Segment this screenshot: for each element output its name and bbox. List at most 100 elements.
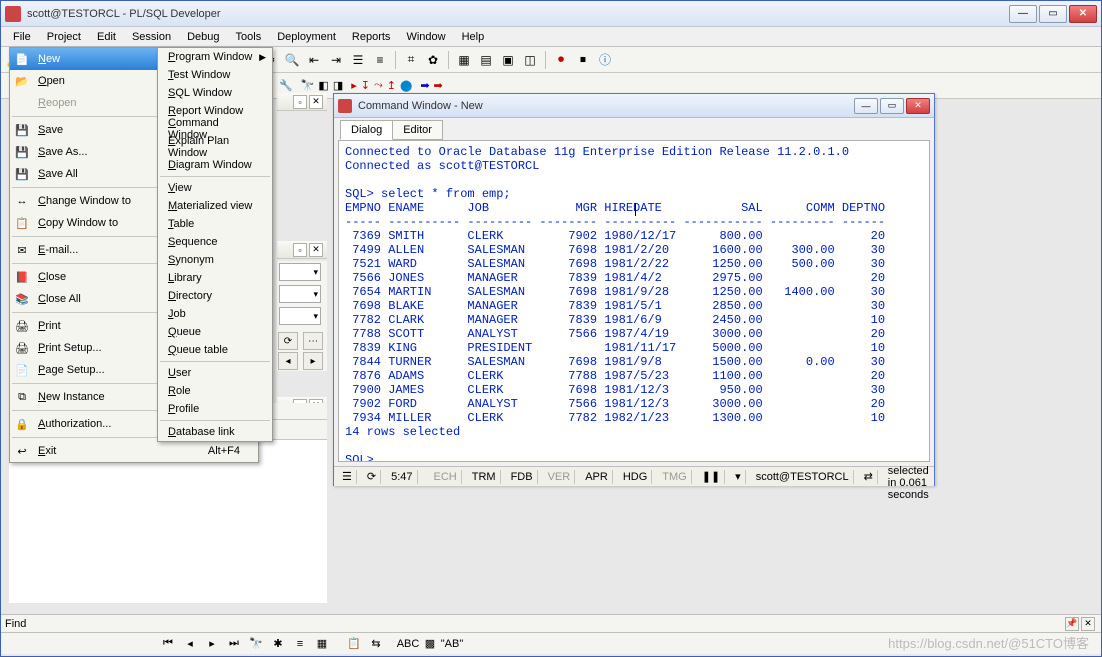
arrow-right-icon[interactable]: ➡ <box>420 79 429 92</box>
case-sensitive-icon[interactable]: ABC <box>399 635 417 653</box>
menu-file[interactable]: File <box>5 29 39 45</box>
new-submenu: Program Window▶Test WindowSQL WindowRepo… <box>157 47 273 442</box>
object-owner-combo[interactable]: ▾ <box>279 307 321 325</box>
whole-word-icon[interactable]: ▦ <box>313 635 331 653</box>
new-submenu-program-window[interactable]: Program Window▶ <box>158 48 272 66</box>
new-submenu-user[interactable]: User <box>158 364 272 382</box>
indent-right-icon[interactable]: ⇥ <box>327 51 345 69</box>
nav-prev-icon[interactable]: ◂ <box>181 635 199 653</box>
new-submenu-directory[interactable]: Directory <box>158 287 272 305</box>
detach-icon-2[interactable]: ▫ <box>293 243 307 257</box>
obj-tree-icon[interactable]: ◂ <box>278 352 298 370</box>
tab-dialog[interactable]: Dialog <box>340 120 393 140</box>
obj-more-icon[interactable]: ⋯ <box>303 332 323 350</box>
toolbar-btn-b[interactable]: ≡ <box>371 51 389 69</box>
debug-run-icon[interactable]: ▸ <box>351 79 357 92</box>
step-out-icon[interactable]: ↥ <box>387 79 396 92</box>
pin-icon[interactable]: ✕ <box>309 95 323 109</box>
report-window-icon[interactable]: ▤ <box>477 51 495 69</box>
cmd-titlebar[interactable]: Command Window - New — ▭ ✕ <box>334 94 934 118</box>
list-icon[interactable]: ≡ <box>291 635 309 653</box>
toolbar-btn-a[interactable]: ☰ <box>349 51 367 69</box>
maximize-button[interactable]: ▭ <box>1039 5 1067 23</box>
object-type-combo[interactable]: ▾ <box>279 263 321 281</box>
minimize-button[interactable]: — <box>1009 5 1037 23</box>
toggle-breakpoint-icon[interactable]: ⬤ <box>400 79 412 92</box>
find-icon[interactable]: 🔍 <box>283 51 301 69</box>
findbar-close-icon[interactable]: ✕ <box>1081 617 1095 631</box>
step-into-icon[interactable]: ↧ <box>361 79 370 92</box>
menu-help[interactable]: Help <box>454 29 493 45</box>
menu-debug[interactable]: Debug <box>179 29 227 45</box>
step-over-icon[interactable]: ⤳ <box>374 79 383 92</box>
findbar-pin-icon[interactable]: 📌 <box>1065 617 1079 631</box>
quote-icon[interactable]: "AB" <box>443 635 461 653</box>
new-submenu-sequence[interactable]: Sequence <box>158 233 272 251</box>
menu-reports[interactable]: Reports <box>344 29 399 45</box>
new-submenu-job[interactable]: Job <box>158 305 272 323</box>
cmd-close-button[interactable]: ✕ <box>906 98 930 114</box>
new-submenu-profile[interactable]: Profile <box>158 400 272 418</box>
toolbar-btn-c[interactable]: ⏹ <box>574 51 592 69</box>
pin-icon-2[interactable]: ✕ <box>309 243 323 257</box>
binoculars-icon-2[interactable]: 🔭 <box>247 635 265 653</box>
object-filter-combo[interactable]: ▾ <box>279 285 321 303</box>
new-submenu-view[interactable]: View <box>158 179 272 197</box>
regex-icon[interactable]: ✱ <box>269 635 287 653</box>
new-submenu-diagram-window[interactable]: Diagram Window <box>158 156 272 174</box>
cmd-output[interactable]: Connected to Oracle Database 11g Enterpr… <box>338 140 930 462</box>
status-pause-icon[interactable]: ❚❚ <box>698 470 725 484</box>
menu-edit[interactable]: Edit <box>89 29 124 45</box>
nav-first-icon[interactable]: ⏮ <box>159 635 177 653</box>
macro-record-icon[interactable]: ⏺ <box>552 51 570 69</box>
arrow-right-2-icon[interactable]: ➡ <box>434 79 443 92</box>
obj-tree2-icon[interactable]: ▸ <box>303 352 323 370</box>
new-submenu-materialized-view[interactable]: Materialized view <box>158 197 272 215</box>
new-submenu-library[interactable]: Library <box>158 269 272 287</box>
new-submenu-queue-table[interactable]: Queue table <box>158 341 272 359</box>
beautify-icon[interactable]: ✿ <box>424 51 442 69</box>
clipboard-icon[interactable]: 📋 <box>345 635 363 653</box>
new-submenu-test-window[interactable]: Test Window <box>158 66 272 84</box>
mark-icon[interactable]: ▩ <box>421 635 439 653</box>
status-refresh-icon[interactable]: ⟳ <box>363 470 381 484</box>
cmd-window-icon[interactable]: ▣ <box>499 51 517 69</box>
new-submenu-sql-window[interactable]: SQL Window <box>158 84 272 102</box>
status-ver: VER <box>544 470 576 484</box>
cmd-statusbar: ☰ ⟳ 5:47 ECH TRM FDB VER APR HDG TMG ❚❚ … <box>334 466 934 486</box>
new-submenu-synonym[interactable]: Synonym <box>158 251 272 269</box>
wrench-icon[interactable]: 🔧 <box>279 79 293 92</box>
new-submenu-database-link[interactable]: Database link <box>158 423 272 441</box>
cmd-maximize-button[interactable]: ▭ <box>880 98 904 114</box>
diagram-icon[interactable]: ◫ <box>521 51 539 69</box>
obj-refresh-icon[interactable]: ⟳ <box>278 332 298 350</box>
tab-editor[interactable]: Editor <box>392 120 443 140</box>
new-submenu-table[interactable]: Table <box>158 215 272 233</box>
close-button[interactable]: ✕ <box>1069 5 1097 23</box>
menu-session[interactable]: Session <box>124 29 179 45</box>
detach-icon[interactable]: ▫ <box>293 95 307 109</box>
menu-deployment[interactable]: Deployment <box>269 29 344 45</box>
status-message: 14 rows selected in 0.061 seconds <box>884 470 933 484</box>
menubar: File Project Edit Session Debug Tools De… <box>1 27 1101 47</box>
status-hdg: HDG <box>619 470 652 484</box>
menu-tools[interactable]: Tools <box>228 29 270 45</box>
nav-next-icon[interactable]: ▸ <box>203 635 221 653</box>
new-submenu-role[interactable]: Role <box>158 382 272 400</box>
help-icon[interactable]: ⓘ <box>596 51 614 69</box>
dbg-btn1[interactable]: ◧ <box>318 79 328 92</box>
replace-icon[interactable]: ⇆ <box>367 635 385 653</box>
cmd-minimize-button[interactable]: — <box>854 98 878 114</box>
new-submenu-explain-plan-window[interactable]: Explain Plan Window <box>158 138 272 156</box>
nav-last-icon[interactable]: ⏭ <box>225 635 243 653</box>
binoculars-icon[interactable]: 🔭 <box>301 79 315 92</box>
status-dropdown-icon[interactable]: ▾ <box>731 470 746 484</box>
explain-icon[interactable]: ⌗ <box>402 51 420 69</box>
menu-window[interactable]: Window <box>398 29 453 45</box>
menu-project[interactable]: Project <box>39 29 89 45</box>
file-menu-exit[interactable]: ↩ExitAlt+F4 <box>10 440 258 462</box>
dbg-btn2[interactable]: ◨ <box>333 79 343 92</box>
indent-left-icon[interactable]: ⇤ <box>305 51 323 69</box>
new-submenu-queue[interactable]: Queue <box>158 323 272 341</box>
sql-window-icon[interactable]: ▦ <box>455 51 473 69</box>
